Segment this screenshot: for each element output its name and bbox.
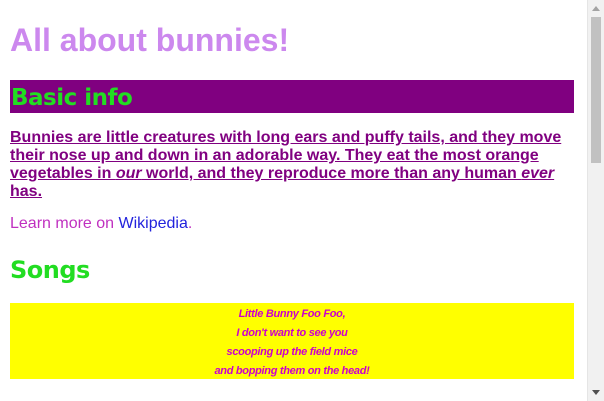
page-viewport: All about bunnies! Basic info Bunnies ar… <box>0 0 584 401</box>
songs-heading: Songs <box>10 256 90 284</box>
vertical-scrollbar[interactable] <box>587 0 604 401</box>
scrollbar-thumb[interactable] <box>591 17 601 163</box>
intro-emphasis-ever: ever <box>521 165 555 182</box>
scroll-down-arrow-icon[interactable] <box>588 384 604 401</box>
song-lyrics-box: Little Bunny Foo Foo, I don't want to se… <box>10 303 574 379</box>
scroll-up-arrow-icon[interactable] <box>588 0 604 17</box>
song-line: and bopping them on the head! <box>214 365 370 377</box>
basic-info-heading: Basic info <box>10 80 574 113</box>
song-line: I don't want to see you <box>236 327 348 339</box>
intro-paragraph: Bunnies are little creatures with long e… <box>10 129 574 201</box>
song-line: scooping up the field mice <box>226 346 358 358</box>
learn-more-prefix: Learn more on <box>10 215 119 232</box>
learn-more-line: Learn more on Wikipedia. <box>10 214 574 234</box>
page-title: All about bunnies! <box>10 22 290 58</box>
wikipedia-link[interactable]: Wikipedia <box>119 215 188 232</box>
intro-text-2: world, and they reproduce more than any … <box>141 165 522 182</box>
intro-text-3: has. <box>10 183 43 200</box>
intro-emphasis-our: our <box>115 165 142 182</box>
learn-more-suffix: . <box>187 215 193 232</box>
page-content: All about bunnies! Basic info Bunnies ar… <box>0 0 584 379</box>
song-line: Little Bunny Foo Foo, <box>238 308 346 320</box>
